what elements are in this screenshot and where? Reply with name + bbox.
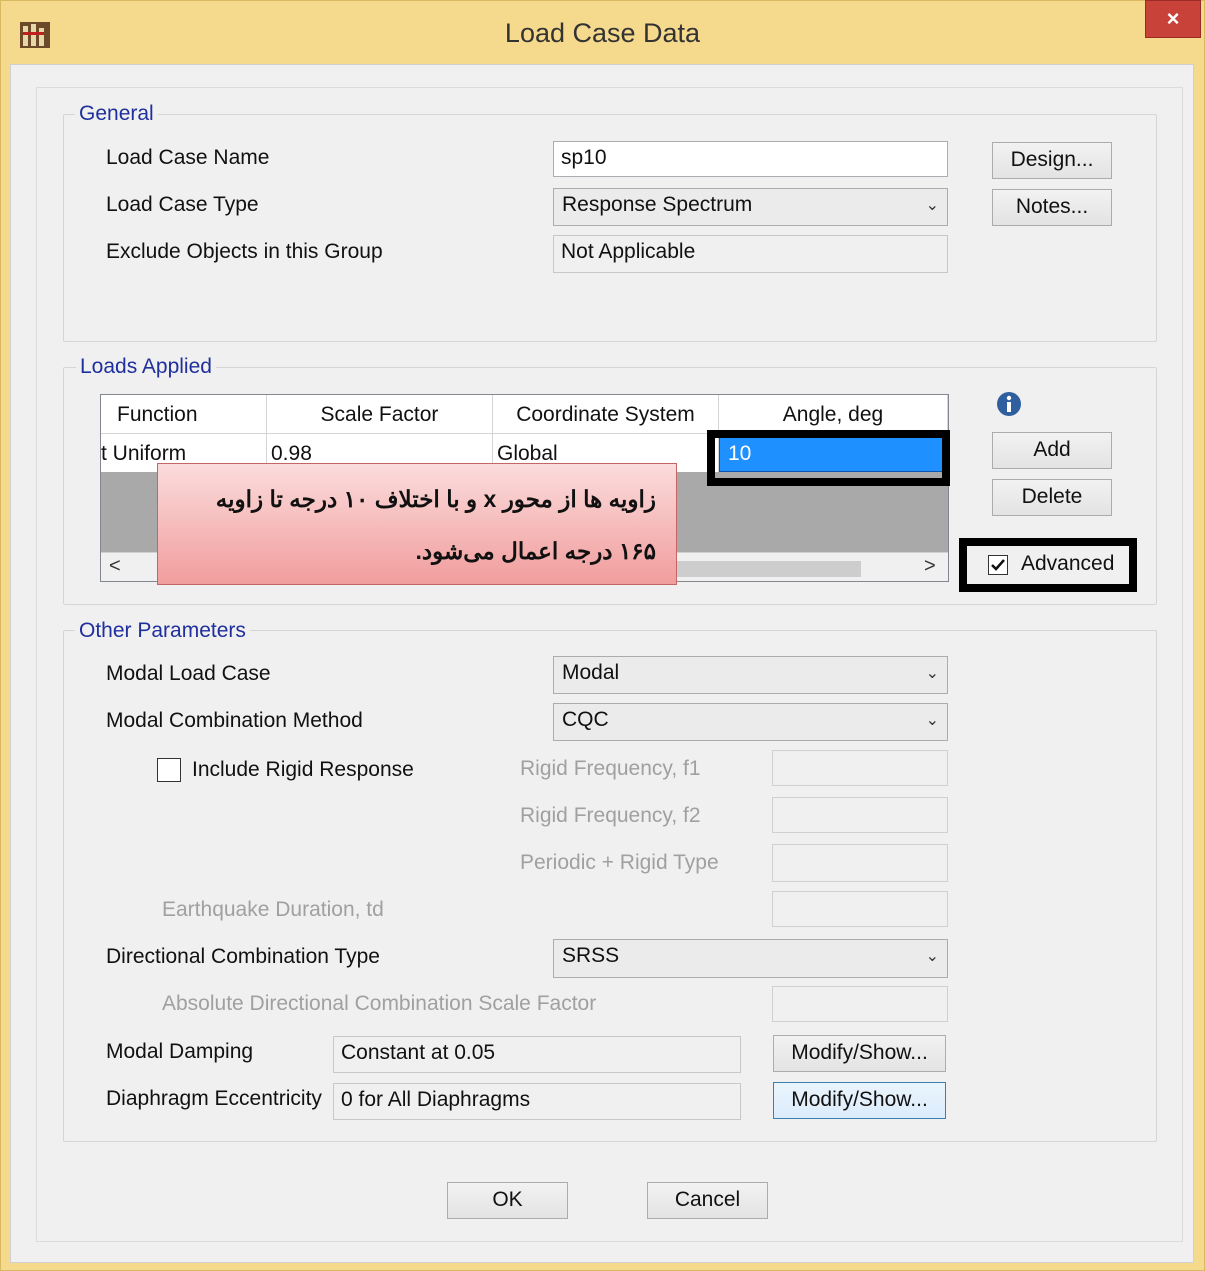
advanced-checkbox[interactable] [988,555,1008,575]
delete-button[interactable]: Delete [992,479,1112,516]
absolute-scale-factor-input [772,986,948,1022]
chevron-down-icon: ⌄ [925,948,939,965]
annotation-line-2: ۱۶۵ درجه اعمال می‌شود. [415,538,656,564]
diaphragm-eccentricity-field: 0 for All Diaphragms [333,1083,741,1120]
load-case-name-label: Load Case Name [106,146,270,169]
absolute-scale-factor-label: Absolute Directional Combination Scale F… [162,992,597,1015]
ok-button[interactable]: OK [447,1182,568,1219]
add-button[interactable]: Add [992,432,1112,469]
rigid-f1-label: Rigid Frequency, f1 [520,757,701,780]
load-case-type-value: Response Spectrum [562,193,753,216]
checkmark-icon [991,559,1005,571]
modal-combination-select[interactable]: CQC ⌄ [553,703,948,741]
chevron-down-icon: ⌄ [925,665,939,682]
directional-combination-value: SRSS [562,944,620,967]
load-case-name-input[interactable]: sp10 [553,141,948,177]
diaphragm-modify-button[interactable]: Modify/Show... [773,1082,946,1119]
chevron-down-icon: ⌄ [925,712,939,729]
modal-load-case-label: Modal Load Case [106,662,271,685]
notes-button[interactable]: Notes... [992,189,1112,226]
window-title: Load Case Data [504,18,701,48]
chevron-down-icon: ⌄ [925,197,939,214]
col-header-angle[interactable]: Angle, deg [719,395,948,434]
diaphragm-eccentricity-label: Diaphragm Eccentricity [106,1087,322,1110]
close-button[interactable]: × [1145,0,1201,38]
load-case-type-select[interactable]: Response Spectrum ⌄ [553,188,948,226]
rigid-f2-input [772,797,948,833]
rigid-f2-label: Rigid Frequency, f2 [520,804,701,827]
advanced-label[interactable]: Advanced [1021,552,1114,576]
include-rigid-label[interactable]: Include Rigid Response [192,758,414,782]
col-header-function[interactable]: Function [101,395,267,434]
annotation-callout: زاویه ها از محور x و با اختلاف ۱۰ درجه ت… [157,463,677,585]
annotation-line-1: زاویه ها از محور x و با اختلاف ۱۰ درجه ت… [215,486,656,512]
earthquake-duration-input [772,891,948,927]
load-case-type-label: Load Case Type [106,193,259,216]
other-parameters-group-label: Other Parameters [75,619,250,643]
modal-damping-label: Modal Damping [106,1040,254,1063]
close-icon: × [1166,6,1180,31]
scroll-right-icon[interactable]: > [924,555,936,578]
include-rigid-checkbox[interactable] [157,758,181,782]
col-header-coordinate-system[interactable]: Coordinate System [493,395,719,434]
periodic-rigid-label: Periodic + Rigid Type [520,851,719,874]
modal-damping-field: Constant at 0.05 [333,1036,741,1073]
cancel-button[interactable]: Cancel [647,1182,768,1219]
general-group-label: General [75,102,158,126]
col-header-scale-factor[interactable]: Scale Factor [267,395,493,434]
design-button[interactable]: Design... [992,142,1112,179]
title-bar[interactable]: Load Case Data × [0,0,1205,64]
earthquake-duration-label: Earthquake Duration, td [162,898,384,921]
exclude-objects-label: Exclude Objects in this Group [106,240,383,263]
scroll-left-icon[interactable]: < [109,555,121,578]
modal-combination-value: CQC [562,708,609,731]
periodic-rigid-input [772,844,948,882]
rigid-f1-input [772,750,948,786]
info-icon[interactable] [995,390,1023,418]
modal-combination-label: Modal Combination Method [106,709,363,732]
modal-load-case-select[interactable]: Modal ⌄ [553,656,948,694]
angle-cell-highlight [707,430,950,486]
modal-damping-modify-button[interactable]: Modify/Show... [773,1035,946,1072]
exclude-objects-field: Not Applicable [553,235,948,273]
loads-applied-group-label: Loads Applied [76,355,216,379]
directional-combination-select[interactable]: SRSS ⌄ [553,939,948,978]
directional-combination-label: Directional Combination Type [106,945,380,968]
modal-load-case-value: Modal [562,661,620,684]
